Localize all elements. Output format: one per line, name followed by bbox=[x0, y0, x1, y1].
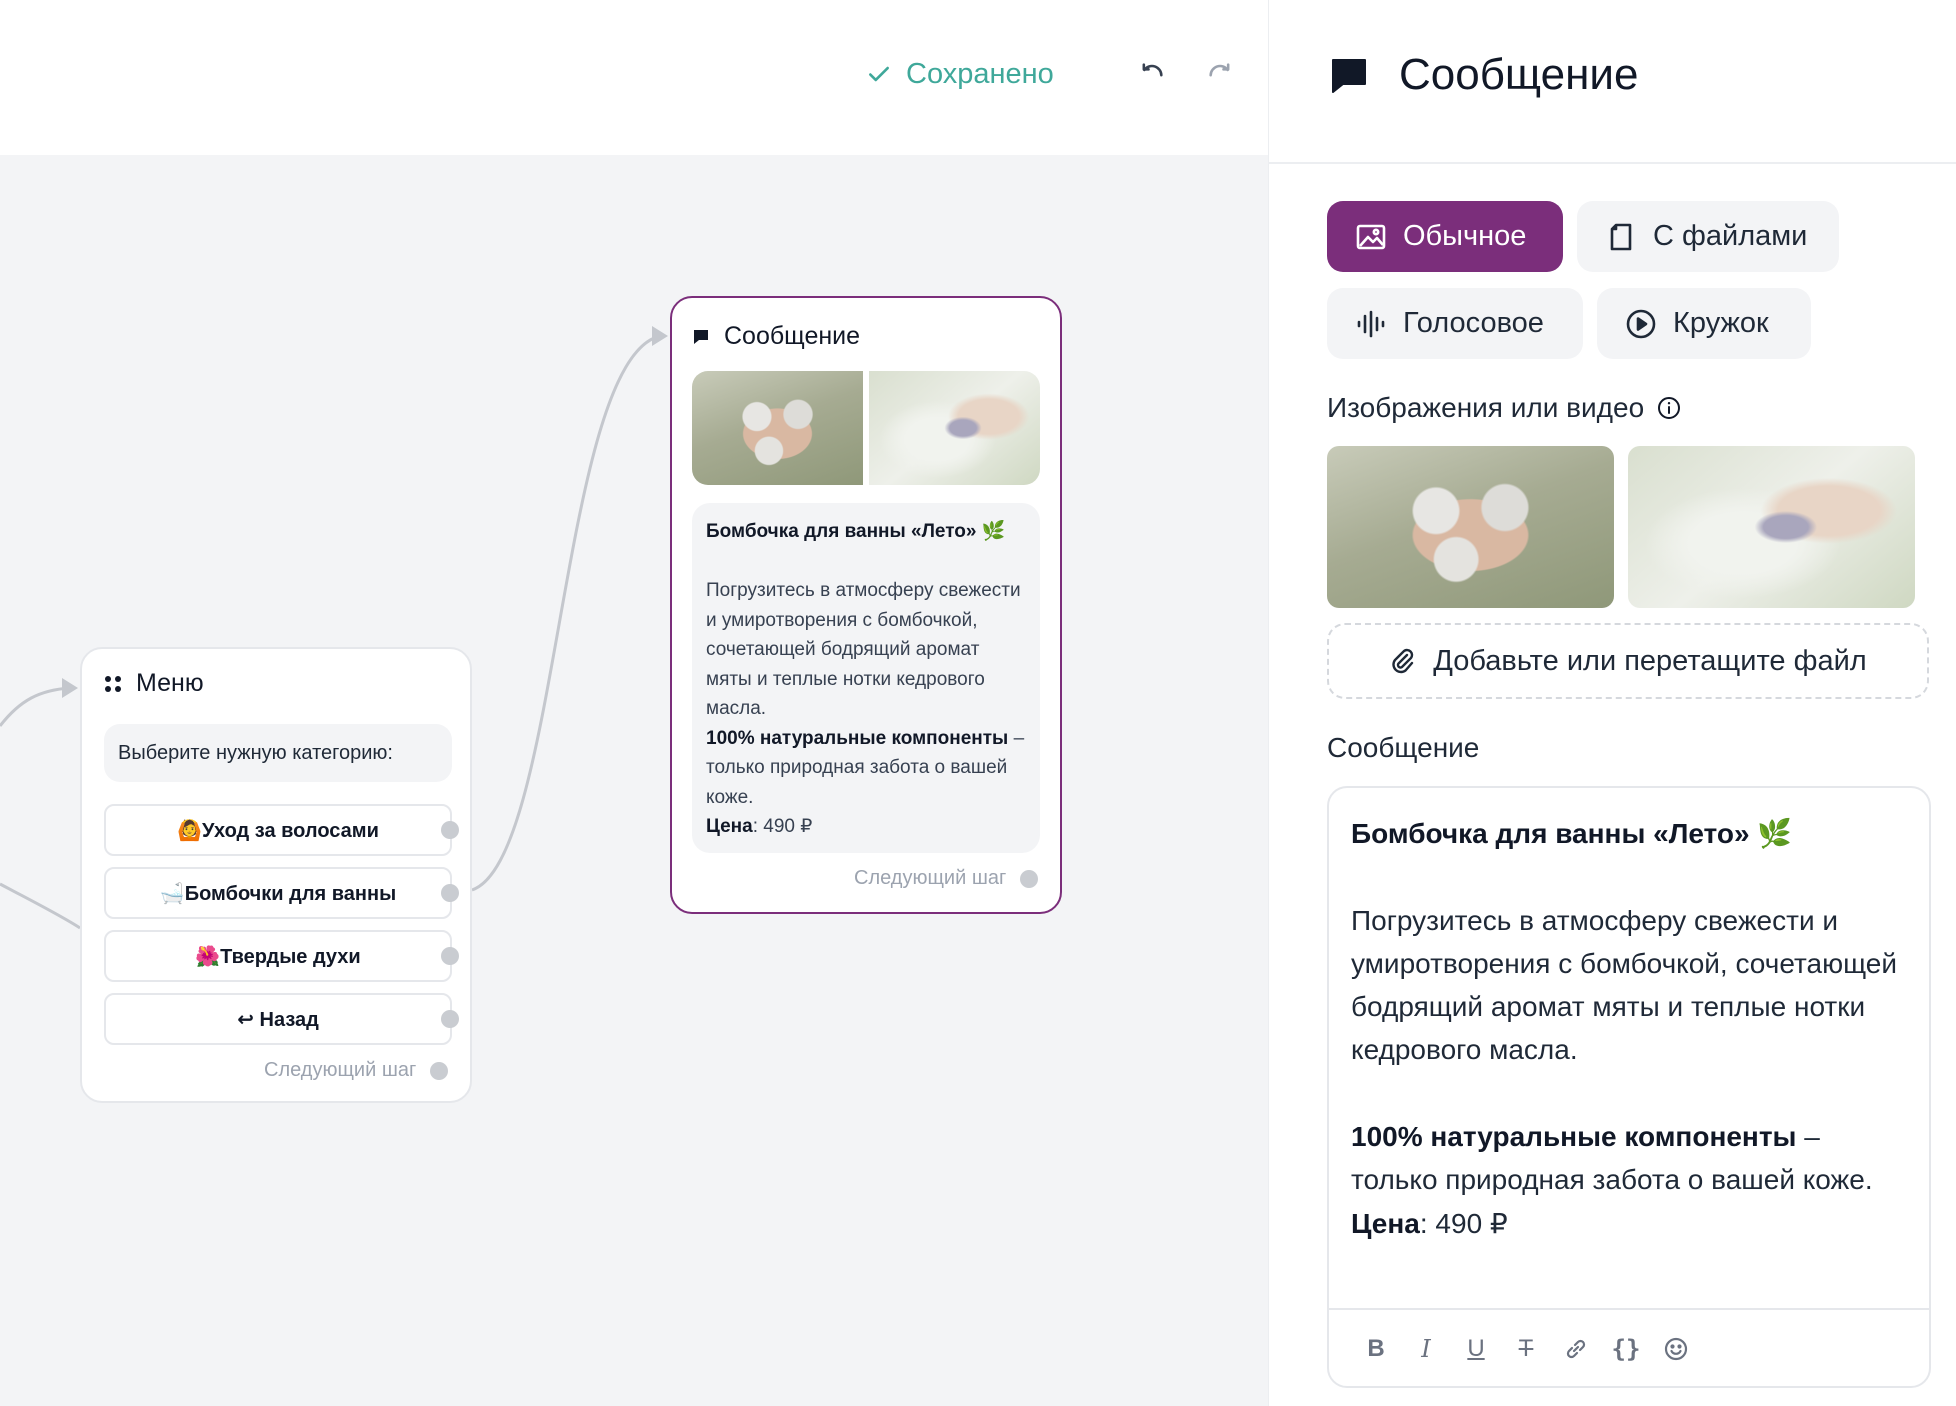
message-settings-panel: Сообщение Обычное С файлами Голосовое Кр… bbox=[1268, 0, 1956, 1406]
menu-button-port[interactable] bbox=[441, 947, 459, 965]
bath-bomb-water-image bbox=[869, 371, 1040, 485]
saved-label: Сохранено bbox=[906, 57, 1054, 90]
bath-bombs-hands-image[interactable] bbox=[1327, 446, 1614, 608]
menu-button-port[interactable] bbox=[441, 884, 459, 902]
link-button[interactable] bbox=[1551, 1324, 1601, 1374]
next-step-port[interactable] bbox=[430, 1061, 449, 1080]
code-button[interactable]: {} bbox=[1601, 1324, 1651, 1374]
message-node-bubble: Бомбочка для ванны «Лето» 🌿 Погрузитесь … bbox=[692, 503, 1040, 853]
emoji-button[interactable] bbox=[1651, 1324, 1701, 1374]
undo-button[interactable] bbox=[1134, 56, 1170, 92]
bath-bomb-water-image[interactable] bbox=[1628, 446, 1915, 608]
editor-bold-lead: 100% натуральные компоненты bbox=[1351, 1121, 1797, 1153]
info-icon[interactable] bbox=[1656, 395, 1682, 421]
menu-node-title: Меню bbox=[104, 669, 204, 698]
chat-bubble-icon bbox=[1332, 59, 1366, 93]
edge-offscreen bbox=[0, 882, 81, 930]
check-icon bbox=[869, 66, 889, 82]
menu-button-hair-care[interactable]: 🙆Уход за волосами bbox=[104, 804, 459, 856]
file-dropzone[interactable]: Добавьте или перетащите файл bbox=[1327, 623, 1929, 699]
type-label: Голосовое bbox=[1403, 307, 1544, 339]
editor-title-line: Бомбочка для ванны «Лето» 🌿 bbox=[1351, 818, 1793, 849]
top-bar: Сохранено bbox=[0, 0, 1268, 155]
type-voice-button[interactable]: Голосовое bbox=[1327, 288, 1583, 359]
menu-button-solid-perfume[interactable]: 🌺Твердые духи bbox=[104, 930, 459, 982]
redo-icon bbox=[1209, 63, 1230, 77]
message-node-images bbox=[692, 371, 1040, 485]
type-label: С файлами bbox=[1653, 220, 1808, 252]
voice-wave-icon bbox=[1357, 310, 1385, 337]
type-files-button[interactable]: С файлами bbox=[1577, 201, 1839, 272]
message-editor-text[interactable]: Бомбочка для ванны «Лето» 🌿 Погрузитесь … bbox=[1351, 812, 1911, 1245]
dropzone-label: Добавьте или перетащите файл bbox=[1433, 644, 1867, 677]
menu-node[interactable]: Меню Выберите нужную категорию: 🙆Уход за… bbox=[80, 647, 472, 1103]
panel-header: Сообщение bbox=[1269, 0, 1956, 164]
message-node-title-text: Сообщение bbox=[724, 322, 861, 350]
panel-title: Сообщение bbox=[1399, 50, 1639, 99]
message-node[interactable]: Сообщение Бомбочка для ванны «Лето» 🌿 По… bbox=[670, 296, 1062, 914]
redo-button[interactable] bbox=[1202, 56, 1238, 92]
flow-canvas[interactable]: Сохранено Меню Выберите нужную категорию… bbox=[0, 0, 1268, 1406]
menu-button-port[interactable] bbox=[441, 821, 459, 839]
message-title-line: Бомбочка для ванны «Лето» 🌿 bbox=[706, 521, 1006, 542]
message-price-label: Цена bbox=[706, 816, 753, 837]
message-node-title: Сообщение bbox=[692, 322, 860, 351]
paperclip-icon bbox=[1392, 648, 1414, 674]
message-editor[interactable]: Бомбочка для ванны «Лето» 🌿 Погрузитесь … bbox=[1327, 786, 1931, 1388]
type-circle-button[interactable]: Кружок bbox=[1597, 288, 1811, 359]
menu-button-label: ↩ Назад bbox=[237, 1008, 319, 1031]
next-step-label: Следующий шаг bbox=[264, 1059, 417, 1081]
saved-status: Сохранено bbox=[866, 54, 1054, 94]
menu-node-title-text: Меню bbox=[136, 669, 204, 697]
edge-incoming-menu bbox=[0, 686, 71, 727]
message-price-value: : 490 ₽ bbox=[752, 816, 813, 837]
undo-icon bbox=[1142, 63, 1163, 77]
menu-button-bath-bombs[interactable]: 🛁Бомбочки для ванны bbox=[104, 867, 459, 919]
menu-prompt: Выберите нужную категорию: bbox=[104, 724, 452, 782]
menu-button-label: 🌺Твердые духи bbox=[195, 945, 361, 968]
chat-bubble-icon bbox=[694, 329, 708, 344]
message-section-label: Сообщение bbox=[1327, 732, 1479, 764]
image-icon bbox=[1356, 224, 1386, 249]
menu-button-label: 🛁Бомбочки для ванны bbox=[159, 882, 397, 905]
editor-paragraph: Погрузитесь в атмосферу свежести и умиро… bbox=[1351, 904, 1898, 1066]
type-label: Кружок bbox=[1673, 307, 1769, 339]
edge-incoming-menu-arrow bbox=[62, 678, 78, 698]
next-step-port[interactable] bbox=[1020, 869, 1039, 888]
menu-next-step: Следующий шаг bbox=[264, 1059, 449, 1082]
bold-button[interactable]: B bbox=[1351, 1324, 1401, 1374]
strikethrough-button[interactable]: T bbox=[1501, 1324, 1551, 1374]
file-icon bbox=[1610, 223, 1632, 250]
next-step-label: Следующий шаг bbox=[854, 867, 1007, 889]
link-icon bbox=[1566, 1339, 1586, 1359]
message-paragraph: Погрузитесь в атмосферу свежести и умиро… bbox=[706, 580, 1021, 719]
type-normal-button[interactable]: Обычное bbox=[1327, 201, 1563, 272]
media-label-text: Изображения или видео bbox=[1327, 392, 1645, 423]
edge-menu-to-message bbox=[471, 334, 661, 892]
menu-button-back[interactable]: ↩ Назад bbox=[104, 993, 459, 1045]
grid-dots-icon bbox=[105, 675, 121, 692]
message-bold-lead: 100% натуральные компоненты bbox=[706, 727, 1009, 749]
editor-price-label: Цена bbox=[1351, 1207, 1420, 1239]
edge-message-arrow bbox=[652, 326, 668, 346]
play-circle-icon bbox=[1626, 309, 1656, 338]
underline-button[interactable]: U bbox=[1451, 1324, 1501, 1374]
smile-icon bbox=[1664, 1337, 1688, 1361]
message-next-step: Следующий шаг bbox=[854, 867, 1039, 890]
format-toolbar: B I U T {} bbox=[1329, 1308, 1929, 1388]
menu-button-port[interactable] bbox=[441, 1010, 459, 1028]
menu-button-label: 🙆Уход за волосами bbox=[177, 819, 379, 842]
media-gallery bbox=[1327, 446, 1915, 608]
type-label: Обычное bbox=[1403, 220, 1527, 252]
editor-price-value: : 490 ₽ bbox=[1419, 1207, 1508, 1239]
italic-button[interactable]: I bbox=[1401, 1324, 1451, 1374]
message-label-text: Сообщение bbox=[1327, 732, 1480, 763]
bath-bombs-hands-image bbox=[692, 371, 863, 485]
media-section-label: Изображения или видео bbox=[1327, 392, 1682, 424]
